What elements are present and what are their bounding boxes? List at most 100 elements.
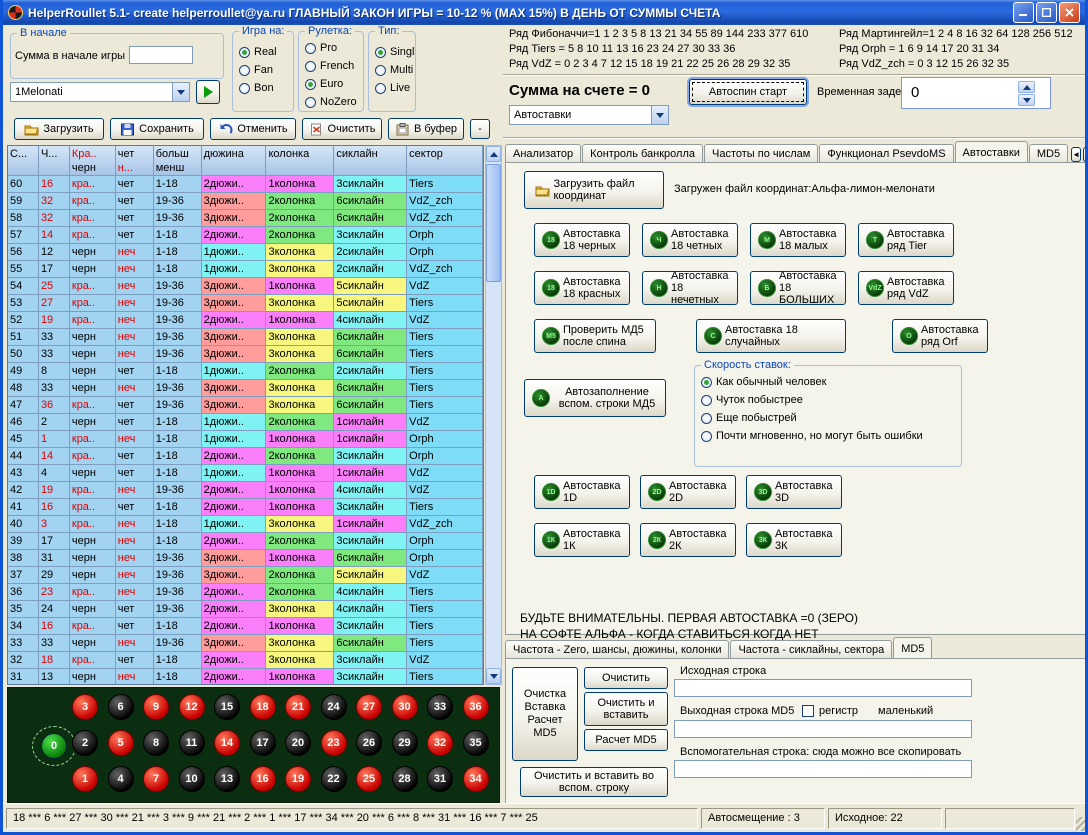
board-number-3[interactable]: 3 (72, 694, 98, 720)
spin-down-icon[interactable] (1018, 94, 1035, 106)
radio-option[interactable]: Real (239, 44, 293, 60)
table-row[interactable]: 5832кра..чет19-363дюжи..2колонка6сиклайн… (8, 210, 483, 227)
autobet-button[interactable]: 1КАвтоставка 1К (534, 523, 630, 557)
clear-paste-calc-button[interactable]: Очистка Вставка Расчет MD5 (512, 667, 578, 761)
tab-bankroll[interactable]: Контроль банкролла (582, 144, 703, 162)
board-number-29[interactable]: 29 (392, 730, 418, 756)
table-row[interactable]: 3917черннеч1-182дюжи..2колонка3сиклайнOr… (8, 533, 483, 550)
board-number-16[interactable]: 16 (250, 766, 276, 792)
board-number-20[interactable]: 20 (285, 730, 311, 756)
scroll-down-icon[interactable] (486, 668, 501, 684)
board-number-19[interactable]: 19 (285, 766, 311, 792)
buffer-button[interactable]: В буфер (388, 118, 464, 140)
table-row[interactable]: 5033черннеч19-363дюжи..3колонка6сиклайнT… (8, 346, 483, 363)
autobet-button[interactable]: 18Автоставка 18 черных (534, 223, 630, 257)
column-header[interactable]: четн... (116, 146, 154, 176)
radio-option[interactable]: Live (375, 80, 415, 96)
autobet-button[interactable]: 3КАвтоставка 3К (746, 523, 842, 557)
table-row[interactable]: 3416кра..чет1-182дюжи..1колонка3сиклайнT… (8, 618, 483, 635)
table-row[interactable]: 3623кра..неч19-362дюжи..2колонка4сиклайн… (8, 584, 483, 601)
spin-up-icon[interactable] (1018, 81, 1035, 93)
board-number-14[interactable]: 14 (214, 730, 240, 756)
start-sum-input[interactable] (129, 46, 193, 64)
column-header[interactable]: Ч... (39, 146, 70, 176)
table-row[interactable]: 3524чернчет19-362дюжи..3колонка4сиклайнT… (8, 601, 483, 618)
board-number-6[interactable]: 6 (108, 694, 134, 720)
table-row[interactable]: 4414кра..чет1-182дюжи..2колонка3сиклайнO… (8, 448, 483, 465)
table-row[interactable]: 5517черннеч1-181дюжи..3колонка2сиклайнVd… (8, 261, 483, 278)
tab-scroll-right-icon[interactable]: ► (1083, 147, 1088, 162)
mode-combobox[interactable]: Автоставки (509, 105, 669, 125)
table-row[interactable]: 6016кра..чет1-182дюжи..1колонка3сиклайнT… (8, 176, 483, 193)
autofill-md5-button[interactable]: A Автозаполнение вспом. строки МД5 (524, 379, 666, 417)
combo-dropdown-icon[interactable] (172, 83, 189, 101)
board-number-12[interactable]: 12 (179, 694, 205, 720)
autobet-button[interactable]: МАвтоставка 18 малых (750, 223, 846, 257)
board-number-0[interactable]: 0 (41, 733, 67, 759)
board-number-27[interactable]: 27 (356, 694, 382, 720)
profile-combobox[interactable]: 1Melonati (10, 82, 190, 102)
board-number-8[interactable]: 8 (143, 730, 169, 756)
radio-option[interactable]: Multi (375, 62, 415, 78)
board-number-10[interactable]: 10 (179, 766, 205, 792)
board-number-13[interactable]: 13 (214, 766, 240, 792)
column-header[interactable]: большменш (154, 146, 202, 176)
board-number-23[interactable]: 23 (321, 730, 347, 756)
load-button[interactable]: Загрузить (14, 118, 104, 140)
table-row[interactable]: 4116кра..чет1-182дюжи..1колонка3сиклайнT… (8, 499, 483, 516)
table-row[interactable]: 5612черннеч1-181дюжи..3колонка2сиклайнOr… (8, 244, 483, 261)
board-number-21[interactable]: 21 (285, 694, 311, 720)
combo-dropdown-icon[interactable] (651, 106, 668, 124)
source-string-input[interactable] (674, 679, 972, 697)
md5-calc-button[interactable]: Расчет MD5 (584, 729, 668, 751)
aux-string-input[interactable] (674, 760, 972, 778)
table-row[interactable]: 3218кра..чет1-182дюжи..3колонка3сиклайнV… (8, 652, 483, 669)
radio-option[interactable]: Pro (305, 40, 363, 56)
tab-md5[interactable]: MD5 (1029, 144, 1068, 162)
board-number-25[interactable]: 25 (356, 766, 382, 792)
table-row[interactable]: 3831черннеч19-363дюжи..1колонка6сиклайнO… (8, 550, 483, 567)
autobet-button[interactable]: 3DАвтоставка 3D (746, 475, 842, 509)
table-scrollbar[interactable] (485, 145, 502, 685)
table-row[interactable]: 5714кра..чет1-182дюжи..2колонка3сиклайнO… (8, 227, 483, 244)
minimize-button[interactable] (1013, 2, 1034, 23)
undo-button[interactable]: Отменить (210, 118, 296, 140)
table-row[interactable]: 403кра..неч1-181дюжи..3колонка1сиклайнVd… (8, 516, 483, 533)
radio-option[interactable]: French (305, 58, 363, 74)
delay-value[interactable]: 0 (905, 81, 1015, 105)
table-row[interactable]: 434чернчет1-181дюжи..1колонка1сиклайнVdZ (8, 465, 483, 482)
autobet-button[interactable]: ОАвтоставка ряд Orf (892, 319, 988, 353)
radio-option[interactable]: Bon (239, 80, 293, 96)
tab-md5-lower[interactable]: MD5 (893, 637, 932, 658)
table-row[interactable]: 5219кра..неч19-362дюжи..1колонка4сиклайн… (8, 312, 483, 329)
autobet-button[interactable]: ТАвтоставка ряд Tier (858, 223, 954, 257)
table-row[interactable]: 3333черннеч19-363дюжи..3колонка6сиклайнT… (8, 635, 483, 652)
autobet-button[interactable]: 2КАвтоставка 2К (640, 523, 736, 557)
autobet-button[interactable]: ЧАвтоставка 18 четных (642, 223, 738, 257)
radio-option[interactable]: Euro (305, 76, 363, 92)
board-number-24[interactable]: 24 (321, 694, 347, 720)
board-number-33[interactable]: 33 (427, 694, 453, 720)
autobet-button[interactable]: VdZАвтоставка ряд VdZ (858, 271, 954, 305)
column-header[interactable]: сиклайн (334, 146, 407, 176)
tab-autobets[interactable]: Автоставки (955, 141, 1028, 162)
output-string-input[interactable] (674, 720, 972, 738)
autobet-button[interactable]: САвтоставка 18 случайных (696, 319, 846, 353)
board-number-36[interactable]: 36 (463, 694, 489, 720)
table-row[interactable]: 4219кра..неч19-362дюжи..1колонка4сиклайн… (8, 482, 483, 499)
tab-freq-sectors[interactable]: Частота - сиклайны, сектора (730, 640, 892, 658)
table-row[interactable]: 5327кра..неч19-363дюжи..3колонка5сиклайн… (8, 295, 483, 312)
board-number-5[interactable]: 5 (108, 730, 134, 756)
close-button[interactable] (1059, 2, 1080, 23)
board-number-32[interactable]: 32 (427, 730, 453, 756)
scroll-thumb[interactable] (486, 164, 501, 282)
tab-frequencies[interactable]: Частоты по числам (704, 144, 818, 162)
autobet-button[interactable]: БАвтоставка 18 БОЛЬШИХ (750, 271, 846, 305)
board-number-11[interactable]: 11 (179, 730, 205, 756)
scroll-up-icon[interactable] (486, 146, 501, 162)
resize-grip[interactable] (1076, 817, 1088, 831)
table-row[interactable]: 451кра..неч1-181дюжи..1колонка1сиклайнOr… (8, 431, 483, 448)
radio-option[interactable]: Fan (239, 62, 293, 78)
board-number-1[interactable]: 1 (72, 766, 98, 792)
table-row[interactable]: 5932кра..чет19-363дюжи..2колонка6сиклайн… (8, 193, 483, 210)
